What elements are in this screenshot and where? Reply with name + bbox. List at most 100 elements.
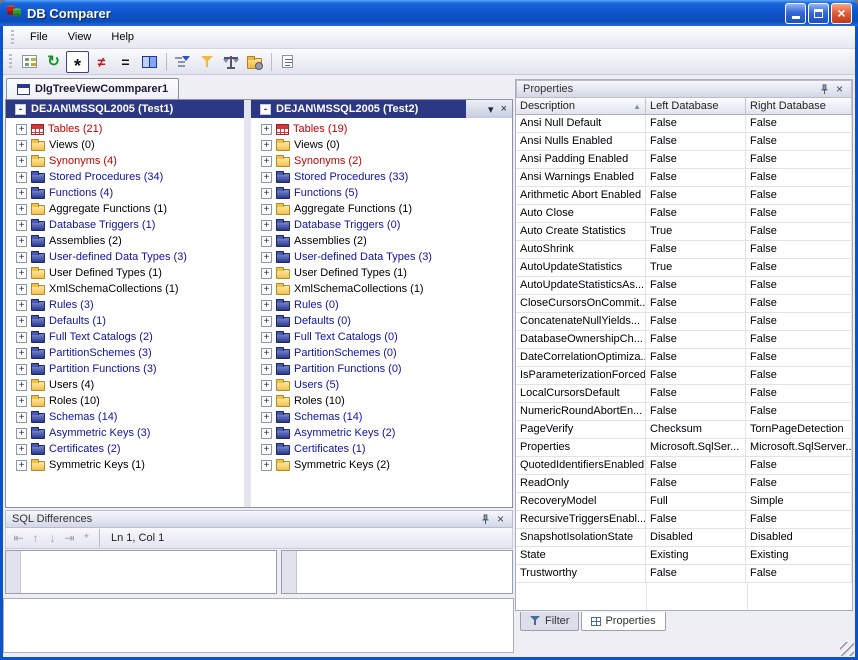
tree-item[interactable]: + Aggregate Functions (1) (251, 201, 512, 217)
tree-item[interactable]: + Stored Procedures (33) (251, 169, 512, 185)
tree-item[interactable]: + User Defined Types (1) (6, 265, 244, 281)
expand-icon[interactable]: + (16, 412, 27, 423)
document-close-icon[interactable]: × (501, 103, 507, 115)
tree-item[interactable]: + Symmetric Keys (1) (6, 457, 244, 473)
expand-icon[interactable]: + (16, 204, 27, 215)
tree-item[interactable]: + Asymmetric Keys (2) (251, 425, 512, 441)
menu-item[interactable]: File (20, 27, 58, 47)
column-header-right-database[interactable]: Right Database (746, 98, 852, 115)
tab-properties[interactable]: Properties (581, 612, 665, 631)
property-row[interactable]: SnapshotIsolationState Disabled Disabled (516, 529, 852, 547)
tree-item[interactable]: + User-defined Data Types (3) (6, 249, 244, 265)
property-row[interactable]: NumericRoundAbortEn... False False (516, 403, 852, 421)
first-difference-icon[interactable]: ⇤ (10, 532, 27, 544)
refresh-button[interactable]: ↻ (42, 51, 65, 73)
show-equal-objects-button[interactable]: = (114, 51, 137, 73)
report-button[interactable] (276, 51, 299, 73)
expand-icon[interactable]: + (16, 236, 27, 247)
property-row[interactable]: CloseCursorsOnCommit... False False (516, 295, 852, 313)
column-header-description[interactable]: Description ▲ (516, 98, 646, 115)
next-difference-icon[interactable]: ↓ (44, 532, 61, 544)
tree-splitter[interactable] (244, 100, 251, 118)
tree-item[interactable]: + Functions (4) (6, 185, 244, 201)
tree-item[interactable]: + Roles (10) (251, 393, 512, 409)
expand-icon[interactable]: + (16, 428, 27, 439)
right-database-tree[interactable]: + Tables (19) + Views (0) (251, 118, 512, 507)
tree-item[interactable]: + XmlSchemaCollections (1) (251, 281, 512, 297)
tree-item[interactable]: + Schemas (14) (251, 409, 512, 425)
tree-splitter[interactable] (244, 118, 251, 507)
left-database-tree[interactable]: + Tables (21) + Views (0) (6, 118, 244, 507)
tree-item[interactable]: + Rules (0) (251, 297, 512, 313)
tab-filter[interactable]: Filter (520, 612, 579, 631)
document-tab[interactable]: DlgTreeViewCommparer1 (6, 78, 179, 99)
expand-icon[interactable]: + (261, 396, 272, 407)
expand-icon[interactable]: + (16, 444, 27, 455)
new-comparison-button[interactable] (18, 51, 41, 73)
tree-item[interactable]: + Assemblies (2) (251, 233, 512, 249)
collapse-icon[interactable]: - (260, 104, 271, 115)
tree-item[interactable]: + Assemblies (2) (6, 233, 244, 249)
expand-icon[interactable]: + (261, 124, 272, 135)
expand-icon[interactable]: + (16, 172, 27, 183)
tree-item[interactable]: + Stored Procedures (34) (6, 169, 244, 185)
expand-icon[interactable]: + (16, 268, 27, 279)
expand-icon[interactable]: + (261, 332, 272, 343)
resize-grip[interactable] (840, 642, 854, 656)
tree-item[interactable]: + Partition Functions (3) (6, 361, 244, 377)
expand-icon[interactable]: + (261, 412, 272, 423)
expand-icon[interactable]: + (261, 188, 272, 199)
collapse-icon[interactable]: - (15, 104, 26, 115)
tree-item[interactable]: + Full Text Catalogs (2) (6, 329, 244, 345)
expand-icon[interactable]: + (16, 364, 27, 375)
last-difference-icon[interactable]: ⇥ (61, 532, 78, 544)
title-bar[interactable]: DB Comparer × (0, 0, 858, 26)
tree-item[interactable]: + Database Triggers (0) (251, 217, 512, 233)
tree-item[interactable]: + Full Text Catalogs (0) (251, 329, 512, 345)
tree-item[interactable]: + Roles (10) (6, 393, 244, 409)
chevron-down-icon[interactable]: ▾ (488, 103, 494, 116)
properties-panel-header[interactable]: Properties × (516, 80, 852, 98)
expand-icon[interactable]: + (261, 444, 272, 455)
property-row[interactable]: LocalCursorsDefault False False (516, 385, 852, 403)
expand-icon[interactable]: + (16, 284, 27, 295)
tree-item[interactable]: + PartitionSchemes (3) (6, 345, 244, 361)
property-row[interactable]: Arithmetic Abort Enabled False False (516, 187, 852, 205)
tree-item[interactable]: + User Defined Types (1) (251, 265, 512, 281)
expand-icon[interactable]: + (261, 316, 272, 327)
expand-icon[interactable]: + (16, 348, 27, 359)
property-row[interactable]: ConcatenateNullYields... False False (516, 313, 852, 331)
tree-item[interactable]: + Certificates (2) (6, 441, 244, 457)
tree-item[interactable]: + User-defined Data Types (3) (251, 249, 512, 265)
tree-item[interactable]: + Users (5) (251, 377, 512, 393)
expand-icon[interactable]: + (16, 124, 27, 135)
sql-difference-detail-pane[interactable] (3, 598, 514, 653)
property-row[interactable]: QuotedIdentifiersEnabled False False (516, 457, 852, 475)
property-row[interactable]: RecoveryModel Full Simple (516, 493, 852, 511)
tree-item[interactable]: + XmlSchemaCollections (1) (6, 281, 244, 297)
tree-item[interactable]: + Views (0) (251, 137, 512, 153)
left-tree-root[interactable]: - DEJAN\MSSQL2005 (Test1) (6, 100, 244, 118)
right-sql-editor[interactable] (281, 550, 513, 594)
property-row[interactable]: Auto Close False False (516, 205, 852, 223)
property-row[interactable]: DateCorrelationOptimiza... False False (516, 349, 852, 367)
expand-icon[interactable]: + (261, 268, 272, 279)
show-different-objects-button[interactable]: ≠ (90, 51, 113, 73)
expand-icon[interactable]: + (261, 172, 272, 183)
property-row[interactable]: RecursiveTriggersEnabl... False False (516, 511, 852, 529)
property-row[interactable]: AutoShrink False False (516, 241, 852, 259)
property-row[interactable]: Ansi Null Default False False (516, 115, 852, 133)
property-row[interactable]: PageVerify Checksum TornPageDetection (516, 421, 852, 439)
property-row[interactable]: AutoUpdateStatisticsAs... False False (516, 277, 852, 295)
panel-close-icon[interactable]: × (493, 512, 508, 526)
expand-icon[interactable]: + (261, 284, 272, 295)
expand-icon[interactable]: + (16, 300, 27, 311)
expand-icon[interactable]: + (261, 348, 272, 359)
property-row[interactable]: DatabaseOwnershipCh... False False (516, 331, 852, 349)
property-row[interactable]: ReadOnly False False (516, 475, 852, 493)
pin-icon[interactable] (478, 512, 493, 526)
sql-differences-header[interactable]: SQL Differences × (5, 510, 513, 528)
tree-item[interactable]: + Synonyms (4) (6, 153, 244, 169)
expand-icon[interactable]: + (261, 300, 272, 311)
menu-item[interactable]: View (58, 27, 102, 47)
